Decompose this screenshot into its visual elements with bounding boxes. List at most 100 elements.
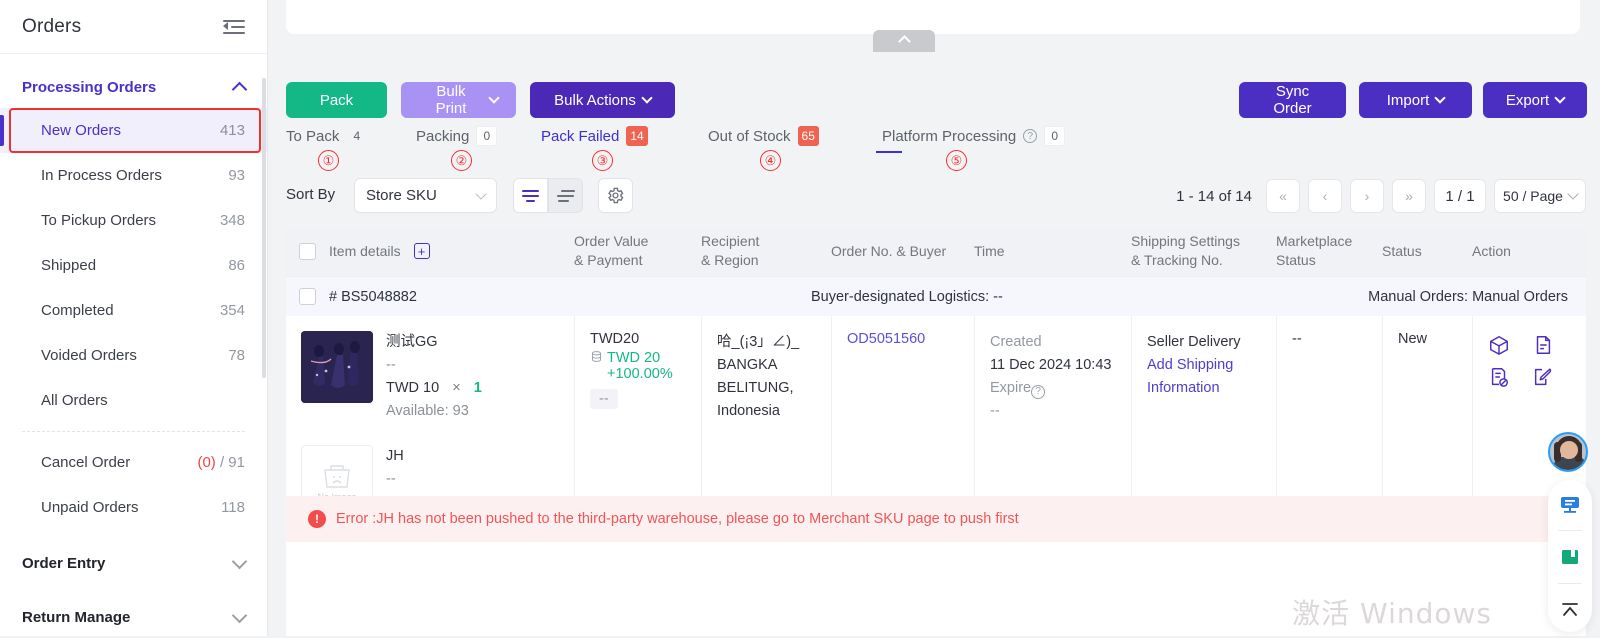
annotation-marker-4: ④	[760, 150, 781, 171]
tab-out-of-stock[interactable]: Out of Stock 65	[708, 126, 819, 146]
order-number-link[interactable]: OD5051560	[847, 331, 962, 347]
page-size-value: 50 / Page	[1503, 188, 1563, 204]
table-header-row: Item details + Order Value & Payment Rec…	[286, 226, 1586, 276]
sidebar-group-label: Processing Orders	[22, 78, 157, 96]
back-to-top-icon[interactable]	[1558, 598, 1582, 622]
divider	[1558, 583, 1582, 584]
sidebar-item-cancel-order[interactable]: Cancel Order (0) / 91	[0, 440, 267, 485]
feedback-icon[interactable]	[1558, 492, 1582, 516]
expand-columns-icon[interactable]: +	[413, 243, 430, 259]
package-icon[interactable]	[1488, 334, 1510, 356]
tab-to-pack[interactable]: To Pack 4	[286, 126, 367, 146]
sidebar-item-count: 413	[219, 122, 245, 139]
sidebar-item-unpaid-orders[interactable]: Unpaid Orders 118	[0, 485, 267, 530]
edit-icon[interactable]	[1532, 366, 1554, 388]
list-view-icon[interactable]	[513, 178, 548, 213]
bulk-print-label: Bulk Print	[435, 83, 467, 117]
item-info: 测试GG -- TWD 10 × 1 Available: 93	[386, 331, 482, 423]
tab-label: To Pack	[286, 127, 340, 145]
header-item-details: Item details +	[299, 226, 430, 276]
sync-order-button[interactable]: Sync Order	[1239, 82, 1346, 118]
sidebar-group-order-entry[interactable]: Order Entry	[0, 542, 267, 584]
page-size-select[interactable]: 50 / Page	[1494, 179, 1586, 213]
created-value: 11 Dec 2024 10:43	[990, 357, 1112, 373]
chevron-down-icon	[1434, 92, 1446, 104]
document-icon[interactable]	[1532, 334, 1554, 356]
collapse-panel-icon[interactable]	[223, 19, 245, 35]
header-order-value-line1: Order Value	[574, 233, 649, 250]
tab-pack-failed[interactable]: Pack Failed 14	[541, 126, 648, 146]
pack-button[interactable]: Pack	[286, 82, 387, 118]
header-order-value-line2: & Payment	[574, 252, 643, 268]
export-button[interactable]: Export	[1483, 82, 1587, 118]
action-toolbar: Pack Bulk Print Bulk Actions Sync Order …	[268, 76, 1600, 124]
add-shipping-line1: Add Shipping	[1147, 357, 1234, 373]
select-order-checkbox[interactable]	[299, 288, 316, 305]
header-shipping-line1: Shipping Settings	[1131, 233, 1240, 250]
sidebar-item-new-orders[interactable]: New Orders 413	[0, 108, 267, 153]
divider	[1558, 530, 1582, 531]
prev-page-button[interactable]: ‹	[1308, 179, 1342, 213]
sidebar-scrollbar[interactable]	[262, 78, 266, 378]
customer-service-avatar[interactable]	[1548, 432, 1588, 472]
header-recipient-line1: Recipient	[701, 233, 760, 250]
annotation-marker-3: ③	[592, 150, 613, 171]
chevron-down-icon	[488, 92, 500, 104]
sidebar-group-return-manage[interactable]: Return Manage	[0, 596, 267, 638]
help-icon[interactable]: ?	[1031, 384, 1046, 399]
page-indicator[interactable]: 1 / 1	[1434, 179, 1486, 213]
sidebar-item-to-pickup-orders[interactable]: To Pickup Orders 348	[0, 198, 267, 243]
table-row: 测试GG -- TWD 10 × 1 Available: 93 JH -- T…	[286, 316, 1586, 533]
status-badge: New	[1398, 331, 1428, 347]
select-all-checkbox[interactable]	[299, 242, 316, 260]
chevron-up-icon	[231, 81, 248, 97]
tab-packing[interactable]: Packing 0	[416, 126, 498, 146]
next-page-button[interactable]: ›	[1350, 179, 1384, 213]
sidebar-item-in-process-orders[interactable]: In Process Orders 93	[0, 153, 267, 198]
import-button[interactable]: Import	[1359, 82, 1472, 118]
help-icon[interactable]: ?	[1023, 129, 1038, 143]
header-recipient: Recipient & Region	[701, 226, 759, 276]
gear-icon[interactable]	[598, 178, 633, 213]
collapse-filters-toggle[interactable]	[873, 30, 935, 52]
windows-activation-watermark: 激活 Windows	[1292, 597, 1492, 630]
add-shipping-information-link[interactable]: Add Shipping Information	[1147, 354, 1264, 400]
cell-status: New	[1382, 316, 1472, 496]
import-label: Import	[1386, 91, 1430, 109]
sidebar-item-completed[interactable]: Completed 354	[0, 288, 267, 333]
sort-by-label: Sort By	[286, 186, 336, 203]
first-page-button[interactable]: «	[1266, 179, 1300, 213]
order-group-header: # BS5048882 Buyer-designated Logistics: …	[286, 276, 1586, 316]
sidebar-divider	[22, 431, 245, 432]
sidebar-item-label: Unpaid Orders	[41, 499, 139, 516]
last-page-button[interactable]: »	[1392, 179, 1426, 213]
sidebar-item-voided-orders[interactable]: Voided Orders 78	[0, 333, 267, 378]
sidebar-item-label: Cancel Order	[41, 454, 131, 471]
tab-label: Platform Processing	[882, 127, 1017, 145]
sidebar-item-count: 86	[228, 257, 245, 274]
tab-badge: 0	[1044, 126, 1066, 146]
header-recipient-line2: & Region	[701, 252, 759, 268]
bulk-print-button[interactable]: Bulk Print	[401, 82, 516, 118]
list-align-icon[interactable]	[548, 178, 583, 213]
sidebar-item-all-orders[interactable]: All Orders	[0, 378, 267, 423]
tab-badge: 14	[626, 126, 648, 146]
sidebar-group-processing-orders[interactable]: Processing Orders	[0, 66, 267, 108]
header-shipping: Shipping Settings & Tracking No.	[1131, 226, 1240, 276]
header-marketplace-line2: Status	[1276, 252, 1316, 268]
main-content: Pack Bulk Print Bulk Actions Sync Order …	[268, 0, 1600, 636]
action-icon-group	[1488, 334, 1574, 388]
created-label: Created	[990, 334, 1042, 350]
recipient-region-1: BANGKA	[717, 357, 778, 373]
sidebar-item-label: In Process Orders	[41, 167, 162, 184]
sort-by-select[interactable]: Store SKU	[354, 178, 497, 213]
recipient-region-3: Indonesia	[717, 403, 780, 419]
sidebar-item-shipped[interactable]: Shipped 86	[0, 243, 267, 288]
cell-shipping: Seller Delivery Add Shipping Information	[1131, 316, 1276, 496]
guide-book-icon[interactable]	[1558, 545, 1582, 569]
tab-platform-processing[interactable]: Platform Processing ? 0	[882, 126, 1066, 146]
document-cancel-icon[interactable]	[1488, 366, 1510, 388]
order-paid-row: TWD 20	[590, 350, 689, 366]
status-tab-bar: To Pack 4 ① Packing 0 ② Pack Failed 14 ③…	[268, 126, 1600, 171]
bulk-actions-button[interactable]: Bulk Actions	[530, 82, 675, 118]
